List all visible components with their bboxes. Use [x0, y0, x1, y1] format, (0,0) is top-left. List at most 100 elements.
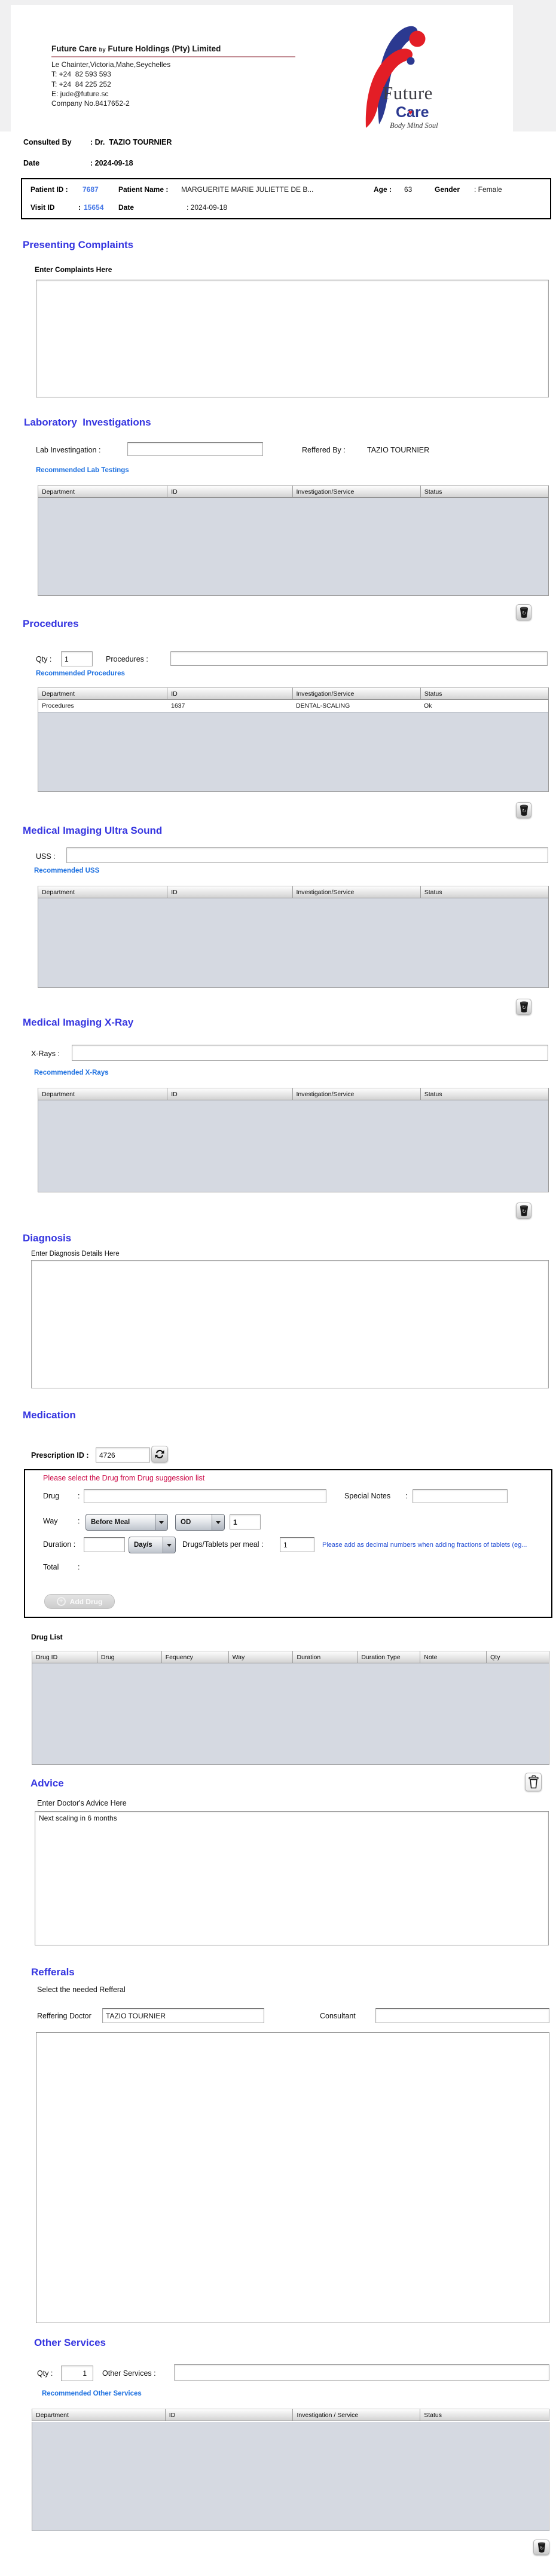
- procedures-delete-button[interactable]: ↻: [516, 604, 531, 620]
- reffering-doctor-input[interactable]: [102, 2008, 264, 2023]
- procedures-label: Procedures :: [106, 655, 148, 663]
- section-heading-diagnosis: Diagnosis: [23, 1232, 72, 1244]
- consultant-input[interactable]: [375, 2008, 549, 2023]
- company-email: E: jude@future.sc: [51, 89, 109, 98]
- uss-delete-button[interactable]: ↻: [516, 802, 531, 818]
- section-heading-xray: Medical Imaging X-Ray: [23, 1017, 134, 1028]
- procedure-row-id: 1637: [170, 702, 185, 709]
- meal-time-selected: Before Meal: [91, 1519, 130, 1526]
- duration-input[interactable]: [84, 1537, 125, 1552]
- other-services-delete-button[interactable]: ↻: [533, 2540, 549, 2555]
- drug-colon: :: [78, 1492, 80, 1500]
- chevron-down-icon: [212, 1515, 224, 1530]
- procedures-qty-input[interactable]: [61, 651, 93, 666]
- reffering-doctor-label: Reffering Doctor: [37, 2012, 91, 2020]
- gender-value: : Female: [474, 185, 502, 194]
- chevron-down-icon: [155, 1515, 167, 1530]
- recommended-xray-link[interactable]: Recommended X-Rays: [34, 1069, 109, 1076]
- date-label: Date: [23, 159, 40, 167]
- patient-id-label: Patient ID :: [30, 185, 68, 194]
- uss-input[interactable]: [66, 848, 548, 863]
- recommended-procedures-link[interactable]: Recommended Procedures: [36, 670, 125, 677]
- drug-col-frequency: Fequency: [161, 1651, 229, 1663]
- prescription-id-input[interactable]: [96, 1448, 150, 1463]
- frequency-selected: OD: [181, 1519, 191, 1526]
- consultant-label: Consultant: [320, 2012, 356, 2020]
- diagnosis-delete-button[interactable]: ↻: [516, 1203, 531, 1219]
- company-details: Le Chainter,Victoria,Mahe,Seychelles T: …: [51, 60, 170, 108]
- other-services-label: Other Services :: [102, 2369, 156, 2378]
- add-drug-button[interactable]: + Add Drug: [44, 1594, 115, 1609]
- other-table-header: Department ID Investigation / Service St…: [32, 2409, 549, 2421]
- logo-tagline: Body Mind Soul: [390, 121, 438, 130]
- other-qty-input[interactable]: [61, 2366, 93, 2381]
- chevron-down-icon: [163, 1537, 175, 1553]
- section-heading-medication: Medication: [23, 1409, 76, 1421]
- section-heading-other-services: Other Services: [34, 2337, 106, 2348]
- drug-input[interactable]: [84, 1489, 326, 1503]
- frequency-dropdown[interactable]: OD: [175, 1514, 225, 1531]
- duration-unit-dropdown[interactable]: Day/s: [129, 1537, 176, 1553]
- refferals-list-panel: [36, 2032, 549, 2323]
- other-col-id: ID: [165, 2409, 294, 2421]
- proc-col-service: Investigation/Service: [292, 687, 421, 700]
- svg-text:↻: ↻: [539, 2546, 543, 2551]
- referred-by-value: TAZIO TOURNIER: [367, 446, 430, 454]
- advice-delete-button[interactable]: [525, 1773, 542, 1791]
- xray-input[interactable]: [72, 1045, 548, 1061]
- procedures-table-header: Department ID Investigation/Service Stat…: [38, 687, 549, 700]
- way-qty-input[interactable]: [230, 1515, 261, 1529]
- logo-blue-dot: [407, 57, 415, 65]
- other-table-body: [32, 2422, 549, 2531]
- uss-label: USS :: [36, 852, 56, 861]
- duration-unit-selected: Day/s: [134, 1541, 152, 1549]
- procedures-input[interactable]: [170, 651, 548, 666]
- diagnosis-textarea[interactable]: [31, 1260, 549, 1388]
- xray-col-service: Investigation/Service: [292, 1088, 421, 1100]
- lab-col-status: Status: [420, 485, 549, 498]
- complaints-textarea[interactable]: [36, 280, 549, 397]
- trash-can-icon: [528, 1775, 539, 1789]
- trash-bin-icon: ↻: [520, 804, 528, 816]
- company-address: Le Chainter,Victoria,Mahe,Seychelles: [51, 60, 171, 69]
- special-notes-label: Special Notes: [344, 1492, 391, 1500]
- svg-text:↻: ↻: [521, 808, 526, 814]
- drug-col-id: Drug ID: [32, 1651, 97, 1663]
- uss-table-body: [38, 898, 549, 988]
- letterhead-rule: [51, 56, 295, 57]
- other-services-input[interactable]: [174, 2364, 549, 2381]
- visit-id-label: Visit ID: [30, 203, 55, 212]
- section-heading-procedures: Procedures: [23, 618, 79, 629]
- other-col-service: Investigation / Service: [293, 2409, 421, 2421]
- special-notes-input[interactable]: [413, 1489, 508, 1503]
- drug-col-duration-type: Duration Type: [358, 1651, 421, 1663]
- recommended-other-services-link[interactable]: Recommended Other Services: [42, 2390, 142, 2397]
- svg-text:↻: ↻: [521, 1209, 526, 1214]
- duration-label: Duration :: [43, 1540, 76, 1549]
- uss-col-service: Investigation/Service: [292, 886, 421, 898]
- prescription-refresh-button[interactable]: [151, 1446, 168, 1463]
- consulted-by-value: : Dr. TAZIO TOURNIER: [90, 138, 172, 146]
- visit-id-value: 15654: [84, 203, 104, 212]
- date-value: : 2024-09-18: [90, 159, 133, 167]
- xray-col-department: Department: [38, 1088, 168, 1100]
- company-title-rest: Future Holdings (Pty) Limited: [108, 44, 221, 53]
- advice-textarea[interactable]: Next scaling in 6 months: [35, 1811, 549, 1945]
- refresh-icon: [155, 1449, 164, 1459]
- drug-col-qty: Qty: [487, 1651, 549, 1663]
- plus-circle-icon: +: [56, 1597, 66, 1606]
- per-meal-input[interactable]: [280, 1537, 314, 1552]
- section-heading-advice: Advice: [30, 1777, 64, 1789]
- procedures-qty-label: Qty :: [36, 655, 52, 663]
- svg-text:↻: ↻: [521, 1005, 526, 1011]
- meal-time-dropdown[interactable]: Before Meal: [85, 1514, 168, 1531]
- xray-delete-button[interactable]: ↻: [516, 999, 531, 1015]
- procedure-row[interactable]: Procedures 1637 DENTAL-SCALING Ok: [38, 700, 548, 712]
- recommended-lab-link[interactable]: Recommended Lab Testings: [36, 467, 129, 474]
- recommended-uss-link[interactable]: Recommended USS: [34, 867, 99, 874]
- uss-col-department: Department: [38, 886, 168, 898]
- way-colon: :: [78, 1517, 80, 1525]
- company-phone-2: T: +24 84 225 252: [51, 79, 111, 88]
- lab-investigation-input[interactable]: [127, 442, 263, 456]
- trash-bin-icon: ↻: [520, 1001, 528, 1012]
